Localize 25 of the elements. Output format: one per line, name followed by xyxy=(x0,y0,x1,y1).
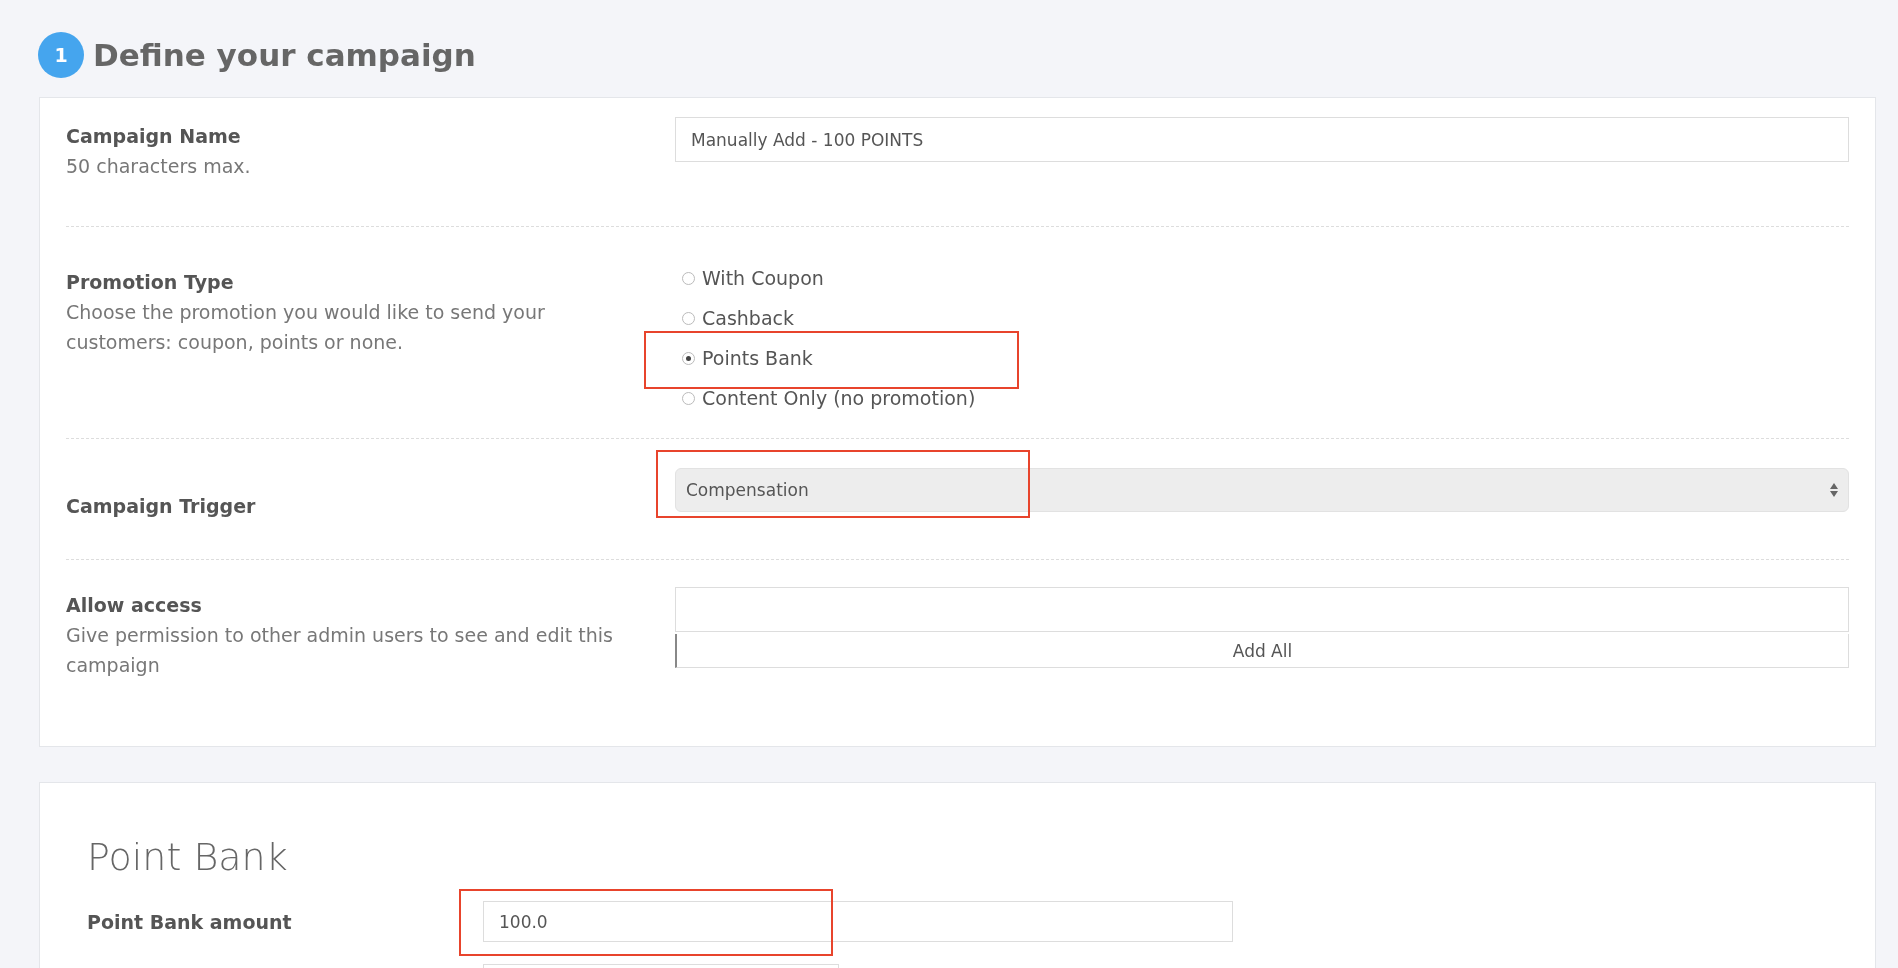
field-label: Point Bank amount xyxy=(87,910,293,933)
section-title: Define your campaign xyxy=(93,36,476,75)
field-hint: Give permission to other admin users to see and edit this campaign xyxy=(66,623,614,678)
radio-button[interactable] xyxy=(682,391,695,405)
up-down-arrows-icon xyxy=(1830,483,1838,497)
access-users-field[interactable] xyxy=(675,587,1849,632)
field-hint: 50 characters max. xyxy=(66,154,252,179)
field-label: Allow access xyxy=(66,593,203,618)
step-number: 1 xyxy=(38,32,84,78)
radio-button[interactable] xyxy=(682,271,695,285)
radio-button[interactable] xyxy=(682,351,695,365)
radio-button[interactable] xyxy=(682,311,695,325)
radio-label[interactable]: Content Only (no promotion) xyxy=(702,387,976,409)
field-hint: Choose the promotion you would like to send your customers: coupon, points or none. xyxy=(66,300,546,355)
point-amount-field[interactable]: 100.0 xyxy=(483,901,1233,942)
field-label: Promotion Type xyxy=(66,270,235,295)
field-label: Campaign Name xyxy=(66,124,242,149)
trigger-dropdown[interactable]: Compensation xyxy=(675,468,1849,512)
radio-label[interactable]: With Coupon xyxy=(702,267,824,289)
campaign-name-field[interactable]: Manually Add - 100 POINTS xyxy=(675,117,1849,162)
card-title: Point Bank xyxy=(87,834,289,881)
radio-label[interactable]: Cashback xyxy=(702,307,794,329)
field-label: Campaign Trigger xyxy=(66,494,257,519)
radio-label[interactable]: Points Bank xyxy=(702,347,813,369)
add-all-button[interactable]: Add All xyxy=(675,634,1849,668)
